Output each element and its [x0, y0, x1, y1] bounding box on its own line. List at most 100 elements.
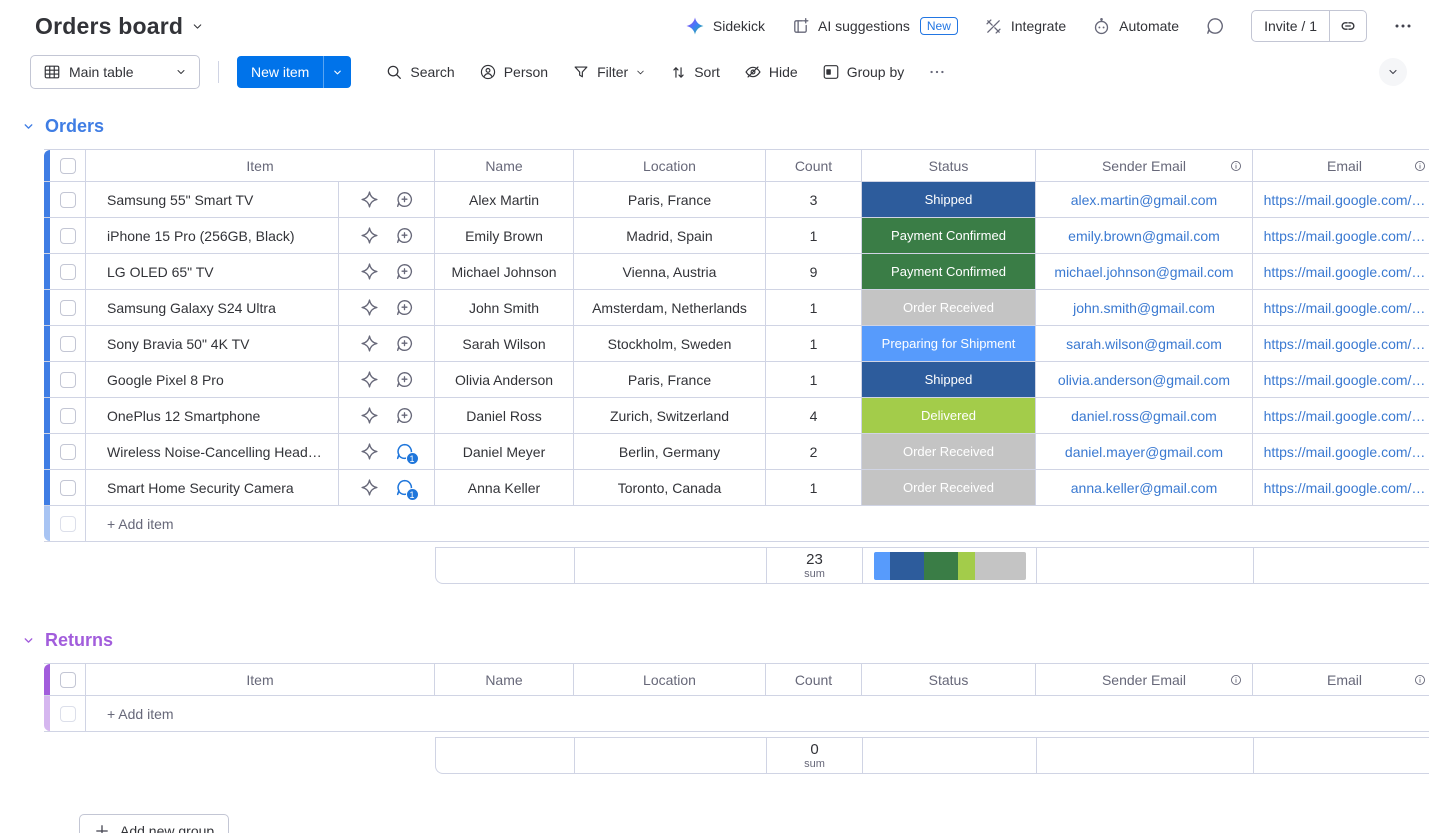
email-cell[interactable]: https://mail.google.com/… — [1253, 218, 1429, 253]
location-cell[interactable]: Vienna, Austria — [574, 254, 766, 289]
hide-button[interactable]: Hide — [744, 63, 798, 81]
add-update-icon[interactable] — [395, 298, 414, 317]
chevron-down-icon[interactable] — [635, 67, 646, 78]
row-checkbox[interactable] — [59, 443, 76, 460]
status-summary-cell[interactable] — [863, 738, 1037, 773]
column-header-email[interactable]: Email — [1253, 150, 1429, 181]
name-cell[interactable]: Alex Martin — [435, 182, 574, 217]
count-cell[interactable]: 3 — [766, 182, 862, 217]
status-cell[interactable]: Payment Confirmed — [862, 218, 1036, 253]
item-cell[interactable]: Sony Bravia 50" 4K TV — [86, 326, 339, 361]
status-badge[interactable]: Delivered — [862, 398, 1035, 433]
copy-link-button[interactable] — [1329, 11, 1366, 41]
select-all-checkbox[interactable] — [59, 671, 76, 688]
column-header-name[interactable]: Name — [435, 664, 574, 695]
sender-email-link[interactable]: michael.johnson@gmail.com — [1054, 264, 1233, 280]
count-cell[interactable]: 1 — [766, 290, 862, 325]
status-cell[interactable]: Shipped — [862, 182, 1036, 217]
add-update-icon[interactable]: 1 — [395, 478, 419, 501]
status-badge[interactable]: Order Received — [862, 434, 1035, 469]
email-link[interactable]: https://mail.google.com/… — [1264, 228, 1426, 244]
location-cell[interactable]: Madrid, Spain — [574, 218, 766, 253]
sidekick-button[interactable]: Sidekick — [685, 16, 765, 36]
updates-bubble-icon[interactable]: 1 — [395, 478, 419, 501]
status-cell[interactable]: Delivered — [862, 398, 1036, 433]
view-selector[interactable]: Main table — [30, 55, 200, 89]
item-cell[interactable]: OnePlus 12 Smartphone — [86, 398, 339, 433]
add-update-icon[interactable] — [395, 226, 414, 245]
status-badge[interactable]: Shipped — [862, 182, 1035, 217]
status-bar-segment[interactable] — [974, 551, 1026, 580]
count-sum-cell[interactable]: 23 sum — [767, 548, 863, 583]
row-checkbox[interactable] — [59, 371, 76, 388]
status-cell[interactable]: Order Received — [862, 470, 1036, 505]
sender-email-link[interactable]: sarah.wilson@gmail.com — [1066, 336, 1222, 352]
filter-button[interactable]: Filter — [572, 63, 646, 81]
automate-button[interactable]: Automate — [1092, 17, 1179, 36]
status-summary-cell[interactable] — [863, 548, 1037, 583]
collapse-toolbar-button[interactable] — [1379, 58, 1407, 86]
email-link[interactable]: https://mail.google.com/… — [1264, 444, 1426, 460]
status-cell[interactable]: Shipped — [862, 362, 1036, 397]
email-cell[interactable]: https://mail.google.com/… — [1253, 182, 1429, 217]
location-cell[interactable]: Paris, France — [574, 182, 766, 217]
add-update-icon[interactable]: 1 — [395, 442, 419, 465]
sender-email-link[interactable]: olivia.anderson@gmail.com — [1058, 372, 1230, 388]
count-cell[interactable]: 1 — [766, 362, 862, 397]
group-collapse-icon[interactable] — [22, 120, 35, 133]
status-badge[interactable]: Payment Confirmed — [862, 254, 1035, 289]
email-cell[interactable]: https://mail.google.com/… — [1253, 290, 1429, 325]
add-item-row[interactable]: + Add item — [44, 506, 1429, 542]
email-link[interactable]: https://mail.google.com/… — [1264, 300, 1426, 316]
name-cell[interactable]: Olivia Anderson — [435, 362, 574, 397]
group-by-button[interactable]: Group by — [822, 63, 904, 81]
select-all-checkbox[interactable] — [59, 157, 76, 174]
row-checkbox[interactable] — [59, 299, 76, 316]
status-cell[interactable]: Order Received — [862, 290, 1036, 325]
chat-icon[interactable] — [1205, 16, 1225, 36]
location-cell[interactable]: Toronto, Canada — [574, 470, 766, 505]
status-cell[interactable]: Preparing for Shipment — [862, 326, 1036, 361]
sender-email-cell[interactable]: olivia.anderson@gmail.com — [1036, 362, 1253, 397]
email-cell[interactable]: https://mail.google.com/… — [1253, 434, 1429, 469]
column-header-count[interactable]: Count — [766, 664, 862, 695]
column-header-email[interactable]: Email — [1253, 664, 1429, 695]
board-title-menu[interactable]: Orders board — [35, 13, 204, 40]
email-cell[interactable]: https://mail.google.com/… — [1253, 470, 1429, 505]
sender-email-cell[interactable]: daniel.mayer@gmail.com — [1036, 434, 1253, 469]
location-cell[interactable]: Amsterdam, Netherlands — [574, 290, 766, 325]
add-item-row[interactable]: + Add item — [44, 696, 1429, 732]
ai-sparkle-icon[interactable] — [360, 370, 379, 389]
ai-sparkle-icon[interactable] — [360, 406, 379, 425]
name-cell[interactable]: Daniel Ross — [435, 398, 574, 433]
status-bar-segment[interactable] — [873, 551, 891, 580]
email-link[interactable]: https://mail.google.com/… — [1264, 480, 1426, 496]
column-header-name[interactable]: Name — [435, 150, 574, 181]
ai-sparkle-icon[interactable] — [360, 334, 379, 353]
item-cell[interactable]: Samsung 55" Smart TV — [86, 182, 339, 217]
sender-email-cell[interactable]: alex.martin@gmail.com — [1036, 182, 1253, 217]
status-badge[interactable]: Shipped — [862, 362, 1035, 397]
group-collapse-icon[interactable] — [22, 634, 35, 647]
status-badge[interactable]: Payment Confirmed — [862, 218, 1035, 253]
name-cell[interactable]: Sarah Wilson — [435, 326, 574, 361]
status-badge[interactable]: Order Received — [862, 290, 1035, 325]
add-update-icon[interactable] — [395, 262, 414, 281]
info-icon[interactable] — [1413, 673, 1427, 687]
new-item-button[interactable]: New item — [237, 56, 324, 88]
sender-email-cell[interactable]: john.smith@gmail.com — [1036, 290, 1253, 325]
name-cell[interactable]: John Smith — [435, 290, 574, 325]
group-orders-title[interactable]: Orders — [22, 116, 1429, 137]
sort-button[interactable]: Sort — [670, 64, 720, 81]
updates-bubble-icon[interactable]: 1 — [395, 442, 419, 465]
email-cell[interactable]: https://mail.google.com/… — [1253, 254, 1429, 289]
count-cell[interactable]: 1 — [766, 218, 862, 253]
ai-sparkle-icon[interactable] — [360, 190, 379, 209]
chevron-down-icon[interactable] — [191, 20, 204, 33]
count-cell[interactable]: 2 — [766, 434, 862, 469]
integrate-button[interactable]: Integrate — [984, 17, 1066, 36]
count-sum-cell[interactable]: 0 sum — [767, 738, 863, 773]
column-header-location[interactable]: Location — [574, 664, 766, 695]
ai-sparkle-icon[interactable] — [360, 226, 379, 245]
item-cell[interactable]: Google Pixel 8 Pro — [86, 362, 339, 397]
